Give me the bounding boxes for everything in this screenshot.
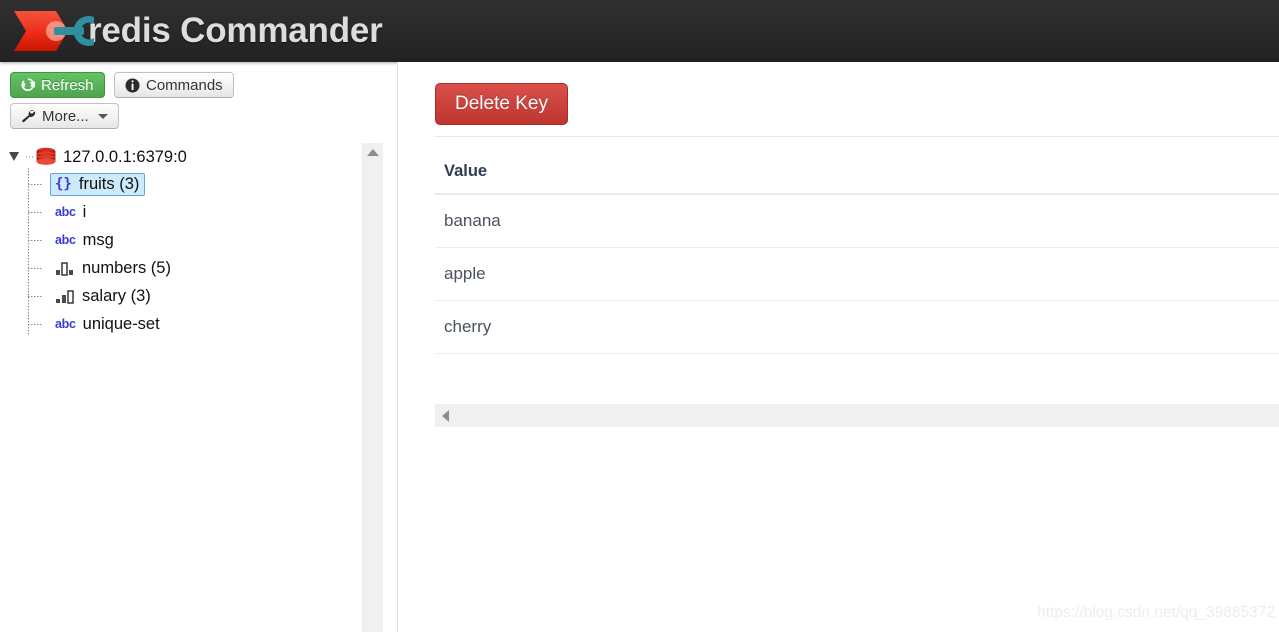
redis-commander-logo-icon — [6, 5, 124, 57]
tree-item-label: i — [82, 202, 87, 221]
tree-item-numbers[interactable]: numbers (5) — [28, 254, 360, 282]
tree-connector-dots — [25, 156, 33, 158]
app-header: redis Commander — [0, 0, 1279, 62]
hash-braces-icon: {} — [55, 176, 72, 192]
commands-button-label: Commands — [145, 76, 223, 94]
tree-root-label: 127.0.0.1:6379:0 — [63, 147, 187, 166]
tree-item-label: fruits (3) — [78, 174, 140, 193]
value-table-head: Value — [435, 150, 1279, 195]
value-table-horizontal-scrollbar[interactable] — [435, 404, 1279, 427]
string-abc-icon: abc — [55, 204, 76, 219]
zset-bars-icon — [55, 289, 75, 304]
list-bars-icon — [55, 261, 75, 276]
string-abc-icon: abc — [55, 316, 76, 331]
table-row[interactable]: cherry — [435, 300, 1279, 354]
more-button-label: More... — [42, 107, 89, 125]
column-header-value: Value — [435, 150, 1279, 195]
tree-children: {} fruits (3) abc i abc msg numbers (5) … — [28, 168, 360, 338]
tree-item-salary[interactable]: salary (3) — [28, 282, 360, 310]
key-detail-panel: Delete Key Value banana apple cherry — [398, 62, 1279, 632]
watermark: https://blog.csdn.net/qq_39885372 — [1037, 604, 1275, 621]
tree-item-fruits-inner[interactable]: {} fruits (3) — [50, 172, 146, 196]
redis-stack-icon — [35, 147, 57, 167]
table-cell-value: banana — [435, 194, 1279, 248]
content-divider — [435, 136, 1279, 137]
tree-item-unique-set[interactable]: abc unique-set — [28, 310, 360, 338]
refresh-button-label: Refresh — [41, 76, 94, 94]
key-tree: 127.0.0.1:6379:0 {} fruits (3) abc i abc… — [0, 140, 360, 338]
tree-root-node[interactable]: 127.0.0.1:6379:0 — [0, 144, 360, 170]
refresh-button[interactable]: Refresh — [10, 72, 105, 98]
tree-item-i[interactable]: abc i — [28, 198, 360, 226]
toolbar-row-2: More... — [10, 103, 398, 129]
tree-item-salary-inner[interactable]: salary (3) — [50, 285, 157, 308]
string-abc-icon: abc — [55, 232, 76, 247]
tree-item-fruits[interactable]: {} fruits (3) — [28, 170, 360, 198]
commands-button[interactable]: Commands — [113, 72, 234, 98]
tree-item-label: msg — [82, 230, 114, 249]
value-table-header-row: Value — [435, 150, 1279, 195]
collapse-triangle-icon[interactable] — [8, 150, 22, 164]
tree-item-i-inner[interactable]: abc i — [50, 201, 92, 224]
scroll-left-arrow-icon[interactable] — [442, 410, 449, 422]
refresh-icon — [21, 78, 37, 92]
tree-item-numbers-inner[interactable]: numbers (5) — [50, 257, 177, 280]
value-table: Value banana apple cherry — [435, 150, 1279, 354]
table-row[interactable]: apple — [435, 247, 1279, 301]
tree-item-msg[interactable]: abc msg — [28, 226, 360, 254]
delete-key-button[interactable]: Delete Key — [435, 83, 568, 125]
tree-item-label: unique-set — [82, 314, 160, 333]
brand: redis Commander — [6, 2, 383, 60]
app-title: redis Commander — [88, 11, 383, 50]
toolbar: Refresh Commands More... — [0, 62, 398, 129]
table-row[interactable]: banana — [435, 194, 1279, 248]
more-button[interactable]: More... — [10, 103, 119, 129]
info-circle-icon — [125, 78, 140, 93]
table-cell-value: cherry — [435, 300, 1279, 354]
table-cell-value: apple — [435, 247, 1279, 301]
tree-item-unique-set-inner[interactable]: abc unique-set — [50, 313, 166, 336]
tree-item-label: numbers (5) — [82, 258, 171, 277]
scroll-up-arrow-icon[interactable] — [367, 149, 379, 156]
tree-vertical-scrollbar[interactable] — [362, 143, 383, 632]
wrench-icon — [21, 109, 36, 123]
tree-item-label: salary (3) — [82, 286, 151, 305]
value-table-body: banana apple cherry — [435, 194, 1279, 354]
chevron-down-icon — [97, 113, 108, 119]
key-tree-panel: 127.0.0.1:6379:0 {} fruits (3) abc i abc… — [0, 140, 382, 632]
tree-item-msg-inner[interactable]: abc msg — [50, 229, 120, 252]
